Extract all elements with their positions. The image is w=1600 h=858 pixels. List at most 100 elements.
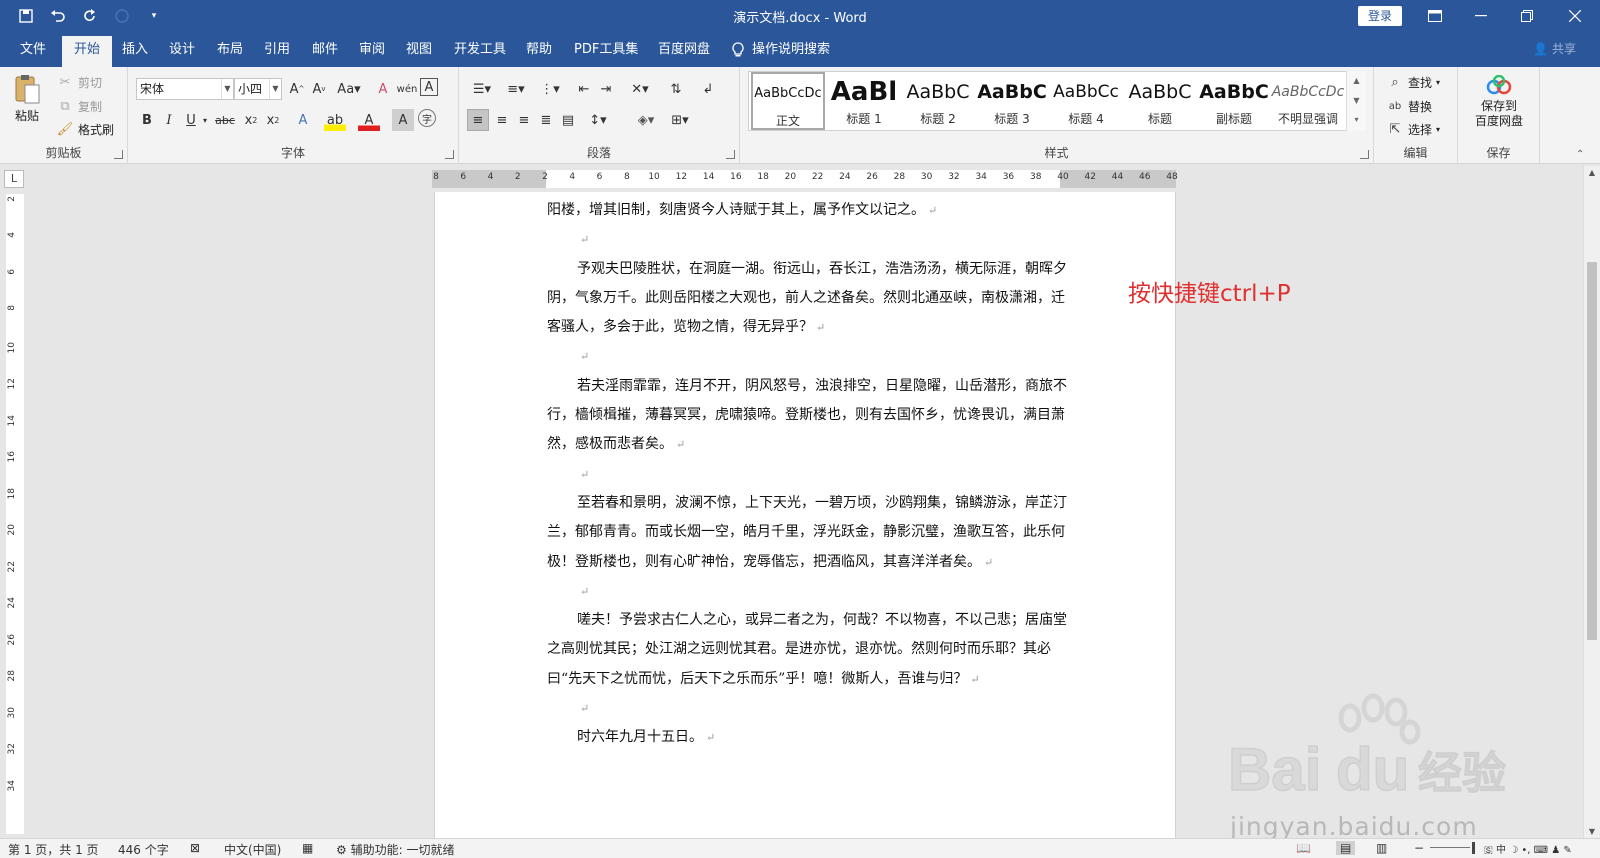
restore-icon[interactable] xyxy=(1504,0,1550,32)
scroll-up-icon[interactable]: ▲ xyxy=(1584,168,1600,177)
superscript-icon[interactable]: x2 xyxy=(262,109,284,131)
font-color-icon[interactable]: A xyxy=(358,109,380,131)
ribbon-display-icon[interactable] xyxy=(1412,0,1458,32)
tab-home[interactable]: 开始 xyxy=(62,36,113,67)
zoom-slider[interactable] xyxy=(1430,847,1470,848)
word-count[interactable]: 446 个字 xyxy=(118,841,169,858)
chevron-up-icon[interactable]: ▲ xyxy=(1347,71,1366,91)
macro-icon[interactable]: ▦ xyxy=(302,841,313,855)
underline-icon[interactable]: U xyxy=(180,109,202,131)
decrease-indent-icon[interactable]: ⇤ xyxy=(573,78,595,100)
tab-help[interactable]: 帮助 xyxy=(524,36,554,67)
paragraph[interactable]: 若夫淫雨霏霏，连月不开，阴风怒号，浊浪排空，日星隐曜，山岳潜形，商旅不行，樯倾楫… xyxy=(547,372,1067,460)
paragraph[interactable]: 阳楼，增其旧制，刻唐贤今人诗赋于其上，属予作文以记之。 ↵ xyxy=(547,196,1067,225)
vertical-scrollbar[interactable]: ▲ ▼ xyxy=(1583,166,1600,838)
change-case-icon[interactable]: Aa▾ xyxy=(334,78,364,100)
dialog-launcher-icon[interactable] xyxy=(1360,150,1369,159)
multilevel-list-icon[interactable]: ⋮▾ xyxy=(535,78,565,100)
tab-file[interactable]: 文件 xyxy=(18,36,48,67)
tab-review[interactable]: 审阅 xyxy=(357,36,387,67)
replace-button[interactable]: ab 替换 xyxy=(1386,97,1432,115)
find-button[interactable]: ⌕ 查找 ▾ xyxy=(1386,73,1440,91)
align-right-icon[interactable]: ≡ xyxy=(513,109,535,131)
borders-icon[interactable]: ⊞▾ xyxy=(665,109,695,131)
style-heading-4[interactable]: AaBbCc 标题 4 xyxy=(1049,72,1123,130)
vertical-ruler[interactable]: 2 4 6 8 10 12 14 16 18 20 22 24 26 28 30 32 34 xyxy=(6,194,24,834)
style-heading-1[interactable]: AaBl 标题 1 xyxy=(827,72,901,130)
distributed-icon[interactable]: ▤ xyxy=(557,109,579,131)
italic-icon[interactable]: I xyxy=(158,109,180,131)
style-heading-2[interactable]: AaBbC 标题 2 xyxy=(901,72,975,130)
login-button[interactable]: 登录 xyxy=(1358,6,1402,26)
style-normal[interactable]: AaBbCcDc 正文 xyxy=(751,72,825,130)
chevron-down-icon[interactable]: ▼ xyxy=(269,79,281,99)
language[interactable]: 中文(中国) xyxy=(224,841,281,858)
empty-paragraph[interactable]: ↵ xyxy=(547,577,1067,606)
zoom-slider-thumb[interactable] xyxy=(1472,842,1475,854)
text-effects-icon[interactable]: A xyxy=(292,109,314,131)
minimize-icon[interactable] xyxy=(1458,0,1504,32)
tab-baidu-netdisk[interactable]: 百度网盘 xyxy=(656,36,712,67)
style-subtle-emphasis[interactable]: AaBbCcDc 不明显强调 xyxy=(1271,72,1345,130)
paragraph[interactable]: 时六年九月十五日。 ↵ xyxy=(547,723,1067,752)
dialog-launcher-icon[interactable] xyxy=(114,150,123,159)
empty-paragraph[interactable]: ↵ xyxy=(547,225,1067,254)
tab-selector-icon[interactable]: L xyxy=(4,170,24,188)
align-left-icon[interactable]: ≡ xyxy=(467,109,489,131)
character-border-icon[interactable]: A xyxy=(420,78,438,96)
phonetic-guide-icon[interactable]: wén xyxy=(396,78,418,100)
chevron-down-icon[interactable]: ▾ xyxy=(200,109,210,131)
clear-formatting-icon[interactable]: A xyxy=(372,78,394,100)
styles-scroll[interactable]: ▲ ▼ ▾ xyxy=(1346,71,1366,131)
font-size-combo[interactable]: 小四 ▼ xyxy=(234,78,282,100)
sort-icon[interactable]: ⇅ xyxy=(665,78,687,100)
read-mode-icon[interactable]: 📖 xyxy=(1296,841,1311,855)
tab-view[interactable]: 视图 xyxy=(404,36,434,67)
increase-indent-icon[interactable]: ⇥ xyxy=(595,78,617,100)
dialog-launcher-icon[interactable] xyxy=(726,150,735,159)
accessibility-status[interactable]: ⚙ 辅助功能: 一切就绪 xyxy=(336,841,454,858)
style-heading-3[interactable]: AaBbC 标题 3 xyxy=(975,72,1049,130)
grow-font-icon[interactable]: A ^ xyxy=(286,78,308,100)
cut-button[interactable]: ✂ 剪切 xyxy=(56,73,102,91)
style-title[interactable]: AaBbC 标题 xyxy=(1123,72,1197,130)
tab-insert[interactable]: 插入 xyxy=(120,36,150,67)
proofing-icon[interactable]: ⊠ xyxy=(190,841,200,855)
align-center-icon[interactable]: ≡ xyxy=(491,109,513,131)
format-painter-button[interactable]: 🖌 格式刷 xyxy=(56,120,114,138)
select-button[interactable]: ⇱ 选择 ▾ xyxy=(1386,120,1440,138)
character-shading-icon[interactable]: A xyxy=(392,109,414,131)
paragraph[interactable]: 予观夫巴陵胜状，在洞庭一湖。衔远山，吞长江，浩浩汤汤，横无际涯，朝晖夕阴，气象万… xyxy=(547,255,1067,343)
highlight-icon[interactable]: ab xyxy=(324,109,346,131)
tell-me-search[interactable]: 操作说明搜索 xyxy=(732,36,830,63)
tab-mailings[interactable]: 邮件 xyxy=(310,36,340,67)
web-layout-icon[interactable]: ▥ xyxy=(1376,841,1387,855)
chinese-layout-icon[interactable]: ✕▾ xyxy=(625,78,655,100)
tab-references[interactable]: 引用 xyxy=(262,36,292,67)
copy-button[interactable]: ⧉ 复制 xyxy=(56,97,102,115)
empty-paragraph[interactable]: ↵ xyxy=(547,460,1067,489)
chevron-down-icon[interactable]: ▼ xyxy=(221,79,233,99)
font-name-combo[interactable]: 宋体 ▼ xyxy=(136,78,234,100)
subscript-icon[interactable]: x2 xyxy=(240,109,262,131)
horizontal-ruler[interactable]: 8 6 4 2 2 4 6 8 10 12 14 16 18 20 22 24 26 28 30 32 34 36 38 40… xyxy=(432,170,1178,188)
empty-paragraph[interactable]: ↵ xyxy=(547,694,1067,723)
ime-toolbar[interactable]: 🇸 中 ☽ •, ⌨ ♟ ✎ xyxy=(1484,841,1572,856)
chevron-down-icon[interactable]: ▼ xyxy=(1347,91,1366,111)
paragraph[interactable]: 至若春和景明，波澜不惊，上下天光，一碧万顷，沙鸥翔集，锦鳞游泳，岸芷汀兰，郁郁青… xyxy=(547,489,1067,577)
shading-icon[interactable]: ◈▾ xyxy=(631,109,661,131)
paste-button[interactable]: 粘贴 xyxy=(12,73,42,124)
scroll-down-icon[interactable]: ▼ xyxy=(1584,827,1600,836)
numbering-icon[interactable]: ≡▾ xyxy=(501,78,531,100)
document-body[interactable]: 阳楼，增其旧制，刻唐贤今人诗赋于其上，属予作文以记之。 ↵ ↵ 予观夫巴陵胜状，在洞庭… xyxy=(547,196,1067,753)
share-button[interactable]: 👤 共享 xyxy=(1533,40,1576,57)
line-spacing-icon[interactable]: ↕▾ xyxy=(583,109,613,131)
print-layout-icon[interactable]: ▤ xyxy=(1336,841,1356,855)
bullets-icon[interactable]: ☰▾ xyxy=(467,78,497,100)
strikethrough-icon[interactable]: abc xyxy=(212,109,238,131)
enclose-characters-icon[interactable]: 字 xyxy=(418,109,436,127)
more-styles-icon[interactable]: ▾ xyxy=(1347,111,1366,129)
close-icon[interactable] xyxy=(1552,0,1598,32)
style-subtitle[interactable]: AaBbC 副标题 xyxy=(1197,72,1271,130)
paragraph[interactable]: 嗟夫！予尝求古仁人之心，或异二者之为，何哉？不以物喜，不以己悲；居庙堂之高则忧其… xyxy=(547,606,1067,694)
